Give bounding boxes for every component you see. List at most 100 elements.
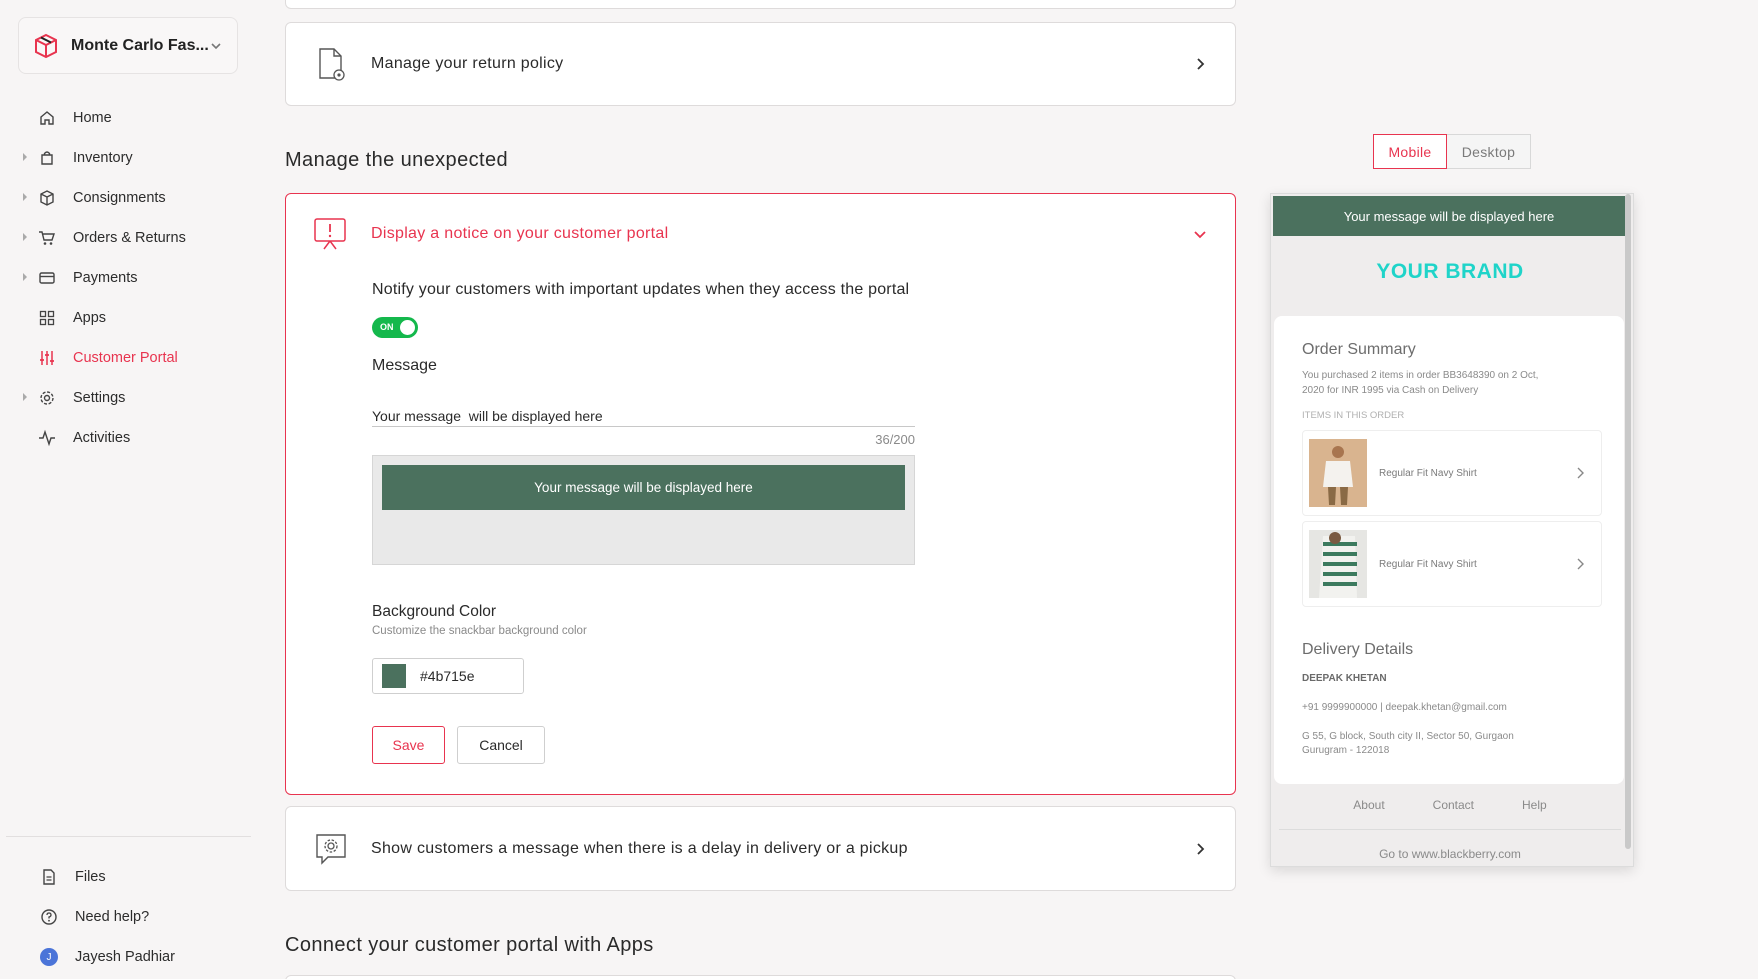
product-thumbnail [1309, 530, 1367, 598]
avatar: J [40, 948, 58, 966]
snackbar-preview-bar: Your message will be displayed here [382, 465, 905, 510]
preview-footer-links: About Contact Help [1271, 798, 1629, 812]
footer-link-about[interactable]: About [1353, 798, 1384, 812]
item-name: Regular Fit Navy Shirt [1379, 467, 1477, 479]
color-picker-input[interactable]: #4b715e [372, 658, 524, 694]
notice-toggle[interactable]: ON [372, 317, 418, 338]
snackbar-preview-text: Your message will be displayed here [534, 480, 753, 495]
main-nav: Home Inventory Consignments Orders & Ret… [0, 98, 255, 458]
preview-brand: YOUR BRAND [1376, 260, 1524, 283]
sidebar-item-profile[interactable]: J Jayesh Padhiar [0, 937, 255, 977]
store-switcher[interactable]: Monte Carlo Fas... [18, 17, 238, 74]
delay-message-label: Show customers a message when there is a… [371, 839, 908, 857]
sidebar-item-label: Consignments [73, 190, 166, 206]
tab-mobile[interactable]: Mobile [1373, 134, 1447, 169]
caret-right-icon [23, 393, 27, 401]
help-icon [41, 909, 57, 925]
address-line-1: G 55, G block, South city II, Sector 50,… [1302, 731, 1514, 742]
card-icon [39, 272, 55, 284]
return-policy-label: Manage your return policy [371, 55, 564, 72]
sliders-icon [40, 351, 54, 365]
sidebar-item-apps[interactable]: Apps [0, 298, 255, 338]
footer-link-help[interactable]: Help [1522, 798, 1547, 812]
caret-right-icon [23, 273, 27, 281]
notice-header[interactable]: Display a notice on your customer portal [312, 216, 668, 252]
notice-description: Notify your customers with important upd… [372, 281, 910, 298]
message-label: Message [372, 357, 437, 374]
sidebar-item-settings[interactable]: Settings [0, 378, 255, 418]
section-title-unexpected: Manage the unexpected [285, 149, 509, 171]
sidebar-item-label: Apps [73, 310, 107, 326]
chevron-down-icon[interactable] [1193, 230, 1207, 240]
sidebar-item-label: Customer Portal [73, 350, 178, 366]
chevron-right-icon [1197, 58, 1205, 70]
sidebar-item-label: Need help? [75, 909, 150, 925]
snackbar-preview: Your message will be displayed here [372, 455, 915, 565]
chevron-right-icon [1577, 558, 1584, 570]
sidebar-item-activities[interactable]: Activities [0, 418, 255, 458]
activity-icon [39, 429, 55, 447]
sidebar-item-payments[interactable]: Payments [0, 258, 255, 298]
document-settings-icon [319, 48, 345, 81]
mobile-preview: Your message will be displayed here YOUR… [1270, 193, 1634, 867]
sidebar-item-label: Home [73, 110, 112, 126]
tab-desktop[interactable]: Desktop [1447, 134, 1531, 169]
sidebar-item-label: Files [75, 869, 106, 885]
caret-right-icon [23, 193, 27, 201]
footer-link-contact[interactable]: Contact [1433, 798, 1474, 812]
bg-color-label: Background Color [372, 603, 497, 620]
sidebar-item-label: Payments [73, 270, 138, 286]
sidebar-divider [6, 836, 251, 837]
preview-banner-text: Your message will be displayed here [1343, 208, 1555, 224]
cancel-button[interactable]: Cancel [457, 726, 545, 764]
section-title-connect: Connect your customer portal with Apps [285, 934, 654, 956]
order-summary-title: Order Summary [1302, 341, 1416, 358]
sidebar-item-files[interactable]: Files [0, 857, 255, 897]
delay-message-row[interactable]: Show customers a message when there is a… [285, 806, 1236, 891]
bag-icon [41, 151, 53, 165]
previous-card [285, 0, 1236, 9]
sidebar-item-orders-returns[interactable]: Orders & Returns [0, 218, 255, 258]
preview-scrollbar[interactable] [1625, 194, 1631, 849]
order-item[interactable]: Regular Fit Navy Shirt [1302, 521, 1602, 607]
next-card [285, 975, 1236, 979]
box-icon [40, 190, 54, 206]
color-swatch[interactable] [382, 664, 406, 688]
bg-color-sublabel: Customize the snackbar background color [372, 625, 587, 637]
sidebar-item-label: Activities [73, 430, 131, 446]
chevron-right-icon [1197, 842, 1205, 855]
sidebar-item-inventory[interactable]: Inventory [0, 138, 255, 178]
notice-card: Display a notice on your customer portal… [285, 193, 1236, 795]
order-summary-text-2: 2020 for INR 1995 via Cash on Delivery [1302, 385, 1479, 396]
store-name: Monte Carlo Fas... [71, 36, 209, 54]
toggle-knob [400, 320, 415, 335]
cart-icon [39, 231, 55, 245]
caret-right-icon [23, 233, 27, 241]
sidebar-item-label: Jayesh Padhiar [75, 949, 175, 965]
chat-settings-icon [316, 833, 346, 865]
return-policy-row[interactable]: Manage your return policy [285, 22, 1236, 106]
sidebar-item-customer-portal[interactable]: Customer Portal [0, 338, 255, 378]
sidebar-item-home[interactable]: Home [0, 98, 255, 138]
sidebar-item-consignments[interactable]: Consignments [0, 178, 255, 218]
gear-icon [40, 391, 54, 405]
sidebar-item-help[interactable]: Need help? [0, 897, 255, 937]
save-button[interactable]: Save [372, 726, 445, 764]
address-line-2: Gurugram - 122018 [1302, 745, 1390, 756]
order-item[interactable]: Regular Fit Navy Shirt [1302, 430, 1602, 516]
presentation-alert-icon [314, 218, 346, 250]
grid-icon [39, 310, 55, 326]
customer-name: DEEPAK KHETAN [1302, 673, 1387, 684]
message-input[interactable] [372, 405, 915, 427]
character-counter: 36/200 [875, 432, 915, 447]
store-logo-icon [35, 33, 57, 58]
toggle-label: ON [380, 322, 394, 332]
chevron-down-icon [211, 42, 221, 49]
sidebar-item-label: Orders & Returns [73, 230, 186, 246]
preview-banner: Your message will be displayed here [1273, 196, 1625, 236]
order-summary-text-1: You purchased 2 items in order BB3648390… [1302, 370, 1539, 381]
footer-url[interactable]: Go to www.blackberry.com [1271, 847, 1629, 861]
sidebar: Monte Carlo Fas... Home Inventory Consig… [0, 0, 255, 979]
sidebar-item-label: Inventory [73, 150, 133, 166]
sidebar-item-label: Settings [73, 390, 126, 406]
